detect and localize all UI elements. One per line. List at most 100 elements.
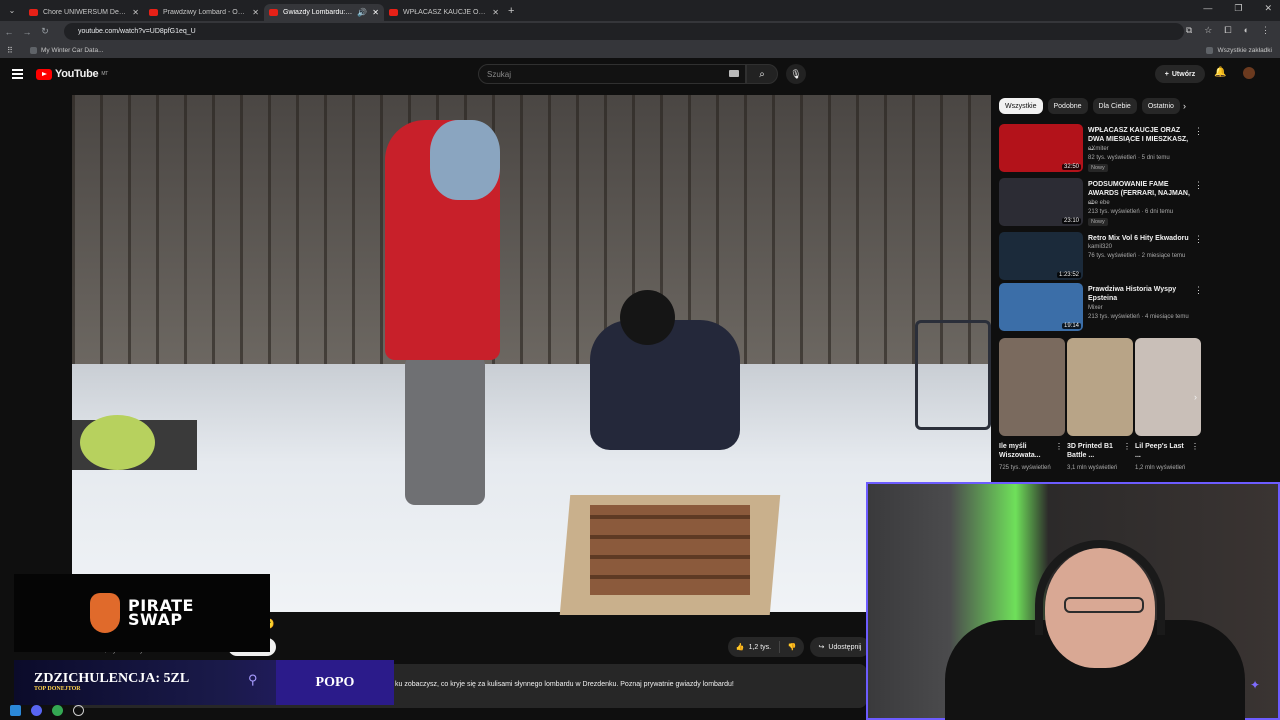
short-thumbnail[interactable] [1067,338,1133,436]
close-window-icon[interactable]: ✕ [1264,3,1272,14]
more-options-icon[interactable]: ⋮ [1055,442,1063,451]
audio-icon[interactable]: 🔊 [357,8,367,17]
view-count: 213 tys. wyświetleń · 6 dni temu [1088,209,1174,215]
short-title[interactable]: Ile myśli Wiszowata... [999,442,1051,460]
chevron-right-icon[interactable]: › [1183,101,1186,111]
keyboard-icon[interactable] [729,70,739,77]
stream-logo-icon: ✦ [1250,678,1261,692]
chip-recent[interactable]: Ostatnio [1141,98,1180,114]
forward-icon[interactable]: → [18,27,36,37]
channel-name[interactable]: kamil320 [1088,244,1112,250]
back-icon[interactable]: ← [0,27,18,37]
more-options-icon[interactable]: ⋮ [1194,285,1203,296]
discord-icon[interactable] [31,704,42,716]
recommendation-item[interactable]: 1:23:52 Retro Mix Vol 6 Hity Ekwadoru ka… [999,232,1229,282]
bookmark-star-icon[interactable]: ☆ [1204,25,1212,36]
recommendation-item[interactable]: 32:50 WPŁACASZ KAUCJE ORAZ DWA MIESIĄCE … [999,124,1229,174]
app-icon[interactable] [73,704,84,716]
install-icon[interactable]: ⧉ [1186,25,1192,36]
recommendation-title[interactable]: Prawdziwa Historia Wyspy Epsteina [1088,285,1193,303]
close-tab-icon[interactable]: ✕ [372,8,379,17]
channel-name[interactable]: Mixer [1088,305,1103,311]
more-options-icon[interactable]: ⋮ [1194,126,1203,137]
video-camping-chair [915,320,991,430]
video-thumbnail[interactable]: 19:14 [999,283,1083,331]
new-tab-button[interactable]: + [508,5,514,17]
description-text: ku zobaczysz, co kryje się za kulisami s… [395,681,734,688]
bookmarks-bar: ⠿ My Winter Car Data... Wszystkie zakład… [0,42,1280,58]
search-input[interactable]: Szukaj [478,64,746,84]
short-item[interactable]: Lil Peep's Last ... 1,2 mln wyświetleń ⋮ [1135,338,1201,483]
chip-similar[interactable]: Podobne [1047,98,1088,114]
url-field[interactable]: youtube.com/watch?v=UD8pfG1eq_U [64,23,1184,40]
profile-icon[interactable]: ◐ [1244,25,1249,36]
webcam-glasses [1064,597,1144,613]
new-badge: Nowy [1088,164,1108,172]
create-button[interactable]: + Utwórz [1155,65,1205,83]
browser-tab-active[interactable]: Gwiazdy Lombardu: Gotuje...🔊✕ [264,4,384,21]
share-button[interactable]: ↪ Udostępnij [810,637,870,657]
short-title[interactable]: 3D Printed B1 Battle ... [1067,442,1119,460]
browser-tab[interactable]: Prawdziwy Lombard - Odcinek...✕ [144,4,264,21]
video-thumbnail[interactable]: 32:50 [999,124,1083,172]
video-player[interactable] [72,95,991,612]
close-tab-icon[interactable]: ✕ [492,8,499,17]
close-tab-icon[interactable]: ✕ [132,8,139,17]
windows-start-icon[interactable] [10,704,21,716]
view-count: 213 tys. wyświetleń · 4 miesiące temu [1088,314,1189,320]
recommendation-item[interactable]: 19:14 Prawdziwa Historia Wyspy Epsteina … [999,283,1229,333]
extensions-icon[interactable]: ⧠ [1224,25,1231,36]
more-options-icon[interactable]: ⋮ [1123,442,1131,451]
menu-dots-icon[interactable]: ⋮ [1261,25,1270,36]
donor-name: POPO [276,660,394,705]
browser-tab[interactable]: Chore UNIWERSUM Denisa Za...✕ [24,4,144,21]
voice-search-button[interactable]: 🎙 [786,64,806,84]
reload-icon[interactable]: ↻ [36,26,54,37]
dislike-button[interactable]: 👎 [780,643,804,651]
video-thumbnail[interactable]: 1:23:52 [999,232,1083,280]
youtube-favicon-icon [149,9,158,16]
recommendation-title[interactable]: Retro Mix Vol 6 Hity Ekwadoru [1088,234,1193,243]
youtube-logo[interactable]: YouTube MT [36,68,108,80]
chevron-right-icon[interactable]: › [1194,392,1197,402]
chrome-icon[interactable] [52,704,63,716]
notifications-bell-icon[interactable]: 🔔 [1214,67,1226,78]
more-options-icon[interactable]: ⋮ [1194,234,1203,245]
short-thumbnail[interactable] [1135,338,1201,436]
short-item[interactable]: 3D Printed B1 Battle ... 3,1 mln wyświet… [1067,338,1133,483]
more-options-icon[interactable]: ⋮ [1191,442,1199,451]
more-options-icon[interactable]: ⋮ [1194,180,1203,191]
minimize-icon[interactable]: — [1203,3,1212,14]
view-count: 82 tys. wyświetleń · 5 dni temu [1088,155,1170,161]
close-tab-icon[interactable]: ✕ [252,8,259,17]
short-views: 3,1 mln wyświetleń [1067,465,1118,471]
youtube-favicon-icon [389,9,398,16]
search-button[interactable]: ⌕ [746,64,778,84]
like-button[interactable]: 👍 1,2 tys. [728,641,780,653]
video-person-hood [430,120,500,200]
video-thumbnail[interactable]: 23:10 [999,178,1083,226]
donation-subtitle: TOP DONEJTOR [34,686,81,692]
bookmark-item[interactable]: My Winter Car Data... [30,46,103,54]
address-bar-row: ← → ↻ youtube.com/watch?v=UD8pfG1eq_U ⧉ … [0,21,1280,42]
channel-name[interactable]: eXmiter [1088,146,1109,152]
chip-for-you[interactable]: Dla Ciebie [1092,98,1137,114]
short-views: 725 tys. wyświetleń [999,465,1051,471]
hamburger-menu-icon[interactable] [12,69,23,79]
tab-search-icon[interactable]: ⌄ [4,3,20,19]
microphone-icon: 🎙 [790,68,802,79]
all-bookmarks[interactable]: Wszystkie zakładki [1206,46,1272,54]
short-thumbnail[interactable] [999,338,1065,436]
short-title[interactable]: Lil Peep's Last ... [1135,442,1187,460]
youtube-header: YouTube MT Szukaj ⌕ 🎙 + Utwórz 🔔 [0,58,1280,92]
shorts-shelf: Ile myśli Wiszowata... 725 tys. wyświetl… [999,338,1204,483]
donation-figure-icon: ⚲ [248,672,258,687]
channel-name[interactable]: ebe ebe [1088,200,1110,206]
maximize-icon[interactable]: ❐ [1234,3,1242,14]
recommendation-item[interactable]: 23:10 PODSUMOWANIE FAME AWARDS (FERRARI,… [999,178,1229,228]
short-item[interactable]: Ile myśli Wiszowata... 725 tys. wyświetl… [999,338,1065,483]
chip-all[interactable]: Wszystkie [999,98,1043,114]
apps-icon[interactable]: ⠿ [7,46,13,55]
avatar[interactable] [1243,67,1255,79]
browser-tab[interactable]: WPŁACASZ KAUCJE ORAZ DW...✕ [384,4,504,21]
